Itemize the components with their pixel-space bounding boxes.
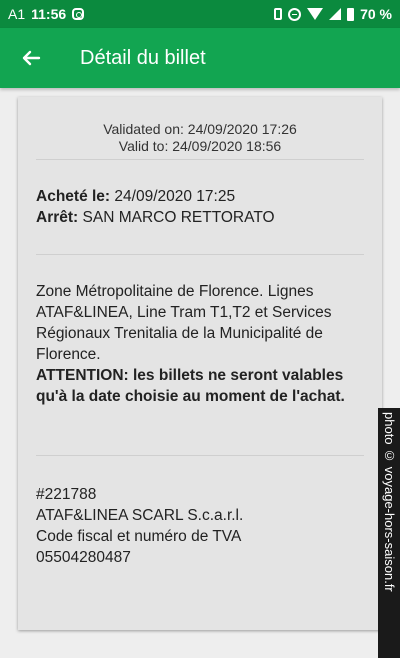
signal-icon [329, 8, 342, 20]
page-title: Détail du billet [80, 46, 206, 69]
purchase-section: Acheté le: 24/09/2020 17:25 Arrêt: SAN M… [36, 160, 364, 254]
company-section: #221788 ATAF&LINEA SCARL S.c.a.r.l. Code… [36, 456, 364, 568]
stop-value: SAN MARCO RETTORATO [82, 209, 275, 226]
validity-section: Validated on: 24/09/2020 17:26 Valid to:… [36, 97, 364, 159]
validity-warning: ATTENTION: les billets ne seront valable… [36, 367, 345, 405]
status-bar: A1 11:56 70 % [0, 0, 400, 28]
vibrate-icon [274, 8, 283, 20]
valid-to-label: Valid to: [118, 138, 169, 154]
valid-to-line: Valid to: 24/09/2020 18:56 [36, 138, 364, 155]
purchase-date-line: Acheté le: 24/09/2020 17:25 [36, 186, 364, 207]
clock-label: 11:56 [31, 6, 67, 22]
back-button[interactable] [0, 28, 62, 88]
instagram-icon [72, 8, 85, 20]
stop-line: Arrêt: SAN MARCO RETTORATO [36, 207, 364, 228]
photo-watermark: photo © voyage-hors-saison.fr [378, 408, 400, 658]
ticket-number: #221788 [36, 486, 97, 503]
dnd-icon [288, 7, 302, 21]
company-name: ATAF&LINEA SCARL S.c.a.r.l. [36, 507, 244, 524]
wifi-icon [307, 8, 324, 20]
arrow-left-icon [22, 50, 41, 66]
carrier-label: A1 [8, 6, 26, 22]
zone-description: Zone Métropolitaine de Florence. Lignes … [36, 283, 332, 363]
stop-label: Arrêt: [36, 209, 79, 226]
battery-icon [347, 7, 355, 21]
valid-to-value: 24/09/2020 18:56 [172, 138, 282, 154]
validated-on-value: 24/09/2020 17:26 [187, 121, 297, 137]
battery-percent: 70 % [360, 6, 392, 22]
zone-section: Zone Métropolitaine de Florence. Lignes … [36, 255, 364, 455]
validated-on-label: Validated on: [103, 121, 184, 137]
validated-on-line: Validated on: 24/09/2020 17:26 [36, 121, 364, 138]
fiscal-number: 05504280487 [36, 549, 131, 566]
ticket-card: Validated on: 24/09/2020 17:26 Valid to:… [18, 97, 382, 630]
purchase-date-label: Acheté le: [36, 188, 111, 205]
purchase-date-value: 24/09/2020 17:25 [114, 188, 236, 205]
status-left: A1 11:56 [8, 6, 85, 22]
app-bar: Détail du billet [0, 28, 400, 88]
fiscal-label: Code fiscal et numéro de TVA [36, 528, 242, 545]
status-right: 70 % [274, 6, 392, 22]
